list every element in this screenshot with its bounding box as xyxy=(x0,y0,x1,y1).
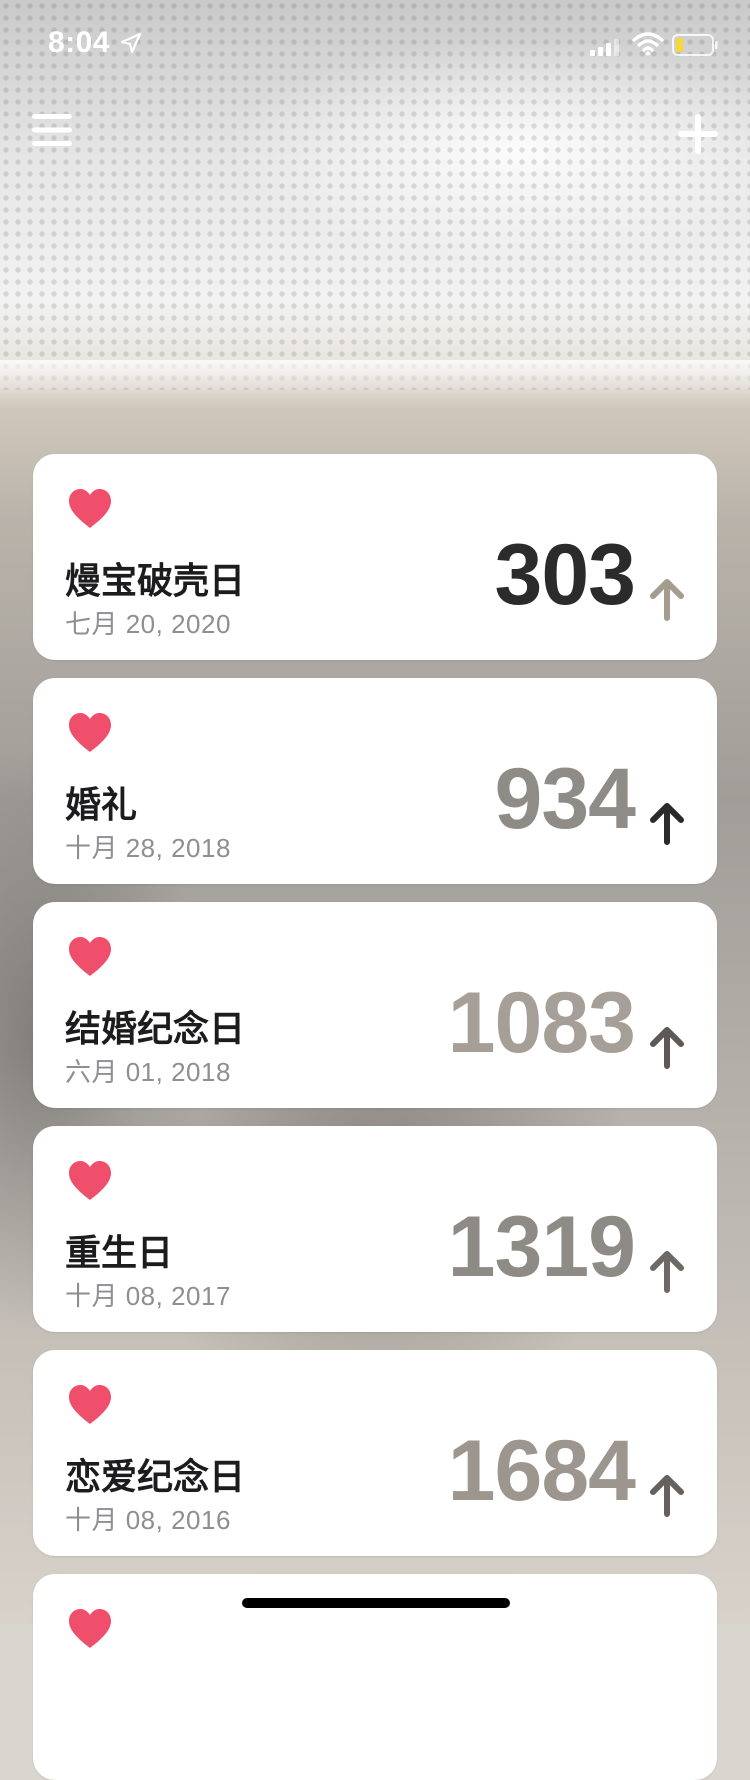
arrow-up-icon xyxy=(650,803,684,845)
menu-icon[interactable] xyxy=(30,112,74,148)
battery-icon xyxy=(672,34,718,56)
cellular-signal-icon xyxy=(590,39,619,56)
event-date: 六月 01, 2018 xyxy=(65,1057,231,1087)
event-card[interactable]: 重生日 十月 08, 2017 1319 xyxy=(33,1126,717,1332)
heart-icon xyxy=(69,1161,111,1200)
event-day-count: 1684 xyxy=(447,1423,636,1519)
heart-icon xyxy=(69,713,111,752)
event-date: 十月 08, 2016 xyxy=(65,1505,231,1535)
event-date: 七月 20, 2020 xyxy=(65,609,231,639)
event-day-count: 1083 xyxy=(447,975,636,1071)
event-title: 婚礼 xyxy=(65,784,138,825)
wifi-icon xyxy=(632,32,664,56)
location-arrow-icon xyxy=(120,32,142,54)
event-day-count: 303 xyxy=(494,527,636,623)
heart-icon xyxy=(69,1385,111,1424)
heart-icon xyxy=(69,489,111,528)
event-card[interactable]: 熳宝破壳日 七月 20, 2020 303 xyxy=(33,454,717,660)
event-title: 熳宝破壳日 xyxy=(65,560,246,601)
arrow-up-icon xyxy=(650,579,684,621)
status-time: 8:04 xyxy=(48,26,111,59)
event-date: 十月 28, 2018 xyxy=(65,833,231,863)
arrow-up-icon xyxy=(650,1475,684,1517)
heart-icon xyxy=(69,937,111,976)
event-day-count: 934 xyxy=(494,751,636,847)
event-title: 恋爱纪念日 xyxy=(65,1456,246,1497)
heart-icon xyxy=(69,1609,111,1648)
event-day-count: 1319 xyxy=(447,1199,636,1295)
event-title: 重生日 xyxy=(65,1232,174,1273)
home-indicator xyxy=(242,1598,510,1608)
status-bar: 8:04 xyxy=(0,0,750,88)
arrow-up-icon xyxy=(650,1251,684,1293)
plus-icon[interactable] xyxy=(676,112,720,156)
event-card[interactable]: 恋爱纪念日 十月 08, 2016 1684 xyxy=(33,1350,717,1556)
event-card[interactable]: 婚礼 十月 28, 2018 934 xyxy=(33,678,717,884)
event-card[interactable]: 结婚纪念日 六月 01, 2018 1083 xyxy=(33,902,717,1108)
arrow-up-icon xyxy=(650,1027,684,1069)
background-edge xyxy=(0,360,750,400)
event-date: 十月 08, 2017 xyxy=(65,1281,231,1311)
event-title: 结婚纪念日 xyxy=(65,1008,246,1049)
